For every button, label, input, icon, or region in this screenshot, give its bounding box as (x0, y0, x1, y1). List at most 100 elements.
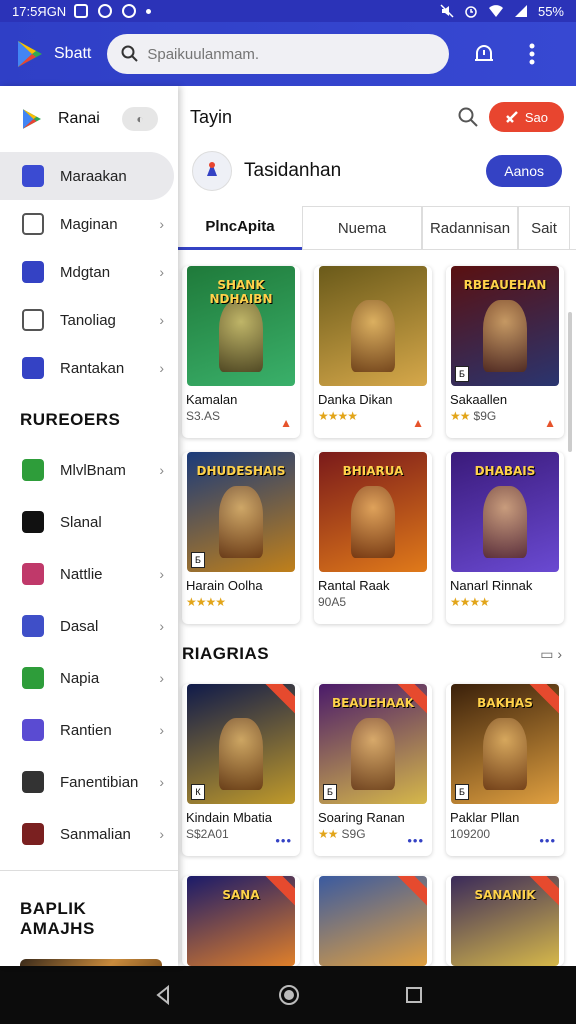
drawer-section-item[interactable]: Dasal › (0, 600, 178, 652)
app-artwork[interactable]: К (187, 684, 295, 804)
avatar[interactable] (192, 151, 232, 191)
chevron-right-icon: › (159, 312, 164, 328)
app-artwork[interactable]: SANA (187, 876, 295, 966)
app-icon (22, 615, 44, 637)
drawer-item[interactable]: Maraakan (0, 152, 174, 200)
account-action-button[interactable]: Aanos (486, 155, 562, 187)
drawer-item-label: Mdgtan (60, 263, 111, 281)
notifications-button[interactable] (471, 41, 497, 67)
drawer-item[interactable]: Rantakan › (0, 344, 178, 392)
overflow-menu-button[interactable] (519, 41, 545, 67)
app-icon (22, 563, 44, 585)
age-rating-badge: Б (323, 784, 337, 800)
app-artwork[interactable] (319, 876, 427, 966)
search-bar[interactable] (107, 34, 450, 74)
drawer-section-item[interactable]: Nattlie › (0, 548, 178, 600)
drawer-toggle[interactable]: ◐ (122, 107, 158, 131)
more-vert-icon (529, 43, 535, 65)
chevron-right-icon: › (159, 216, 164, 232)
drawer-section-item[interactable]: Sanmalian › (0, 808, 178, 860)
app-card[interactable]: Danka Dikan ★★★★ ▲ (314, 266, 432, 438)
chevron-right-icon: › (159, 264, 164, 280)
account-row: Tasidanhan Aanos (178, 148, 576, 194)
drawer-section-item-label: Slanal (60, 513, 102, 531)
app-card[interactable]: RBEAUEHAN Б Sakaallen ★★ $9G ▲ (446, 266, 564, 438)
app-card[interactable]: BEAUEHAAK Б Soaring Ranan ★★ S9G ••• (314, 684, 432, 856)
app-artwork[interactable]: DHUDESHAIS Б (187, 452, 295, 572)
drawer-item[interactable]: Mdgtan › (0, 248, 178, 296)
chevron-right-icon: › (159, 360, 164, 376)
drawer-item[interactable]: Tanoliag › (0, 296, 178, 344)
tab-sait[interactable]: Sait (518, 206, 570, 250)
tool-icon (505, 111, 518, 123)
age-rating-badge: К (191, 784, 205, 800)
more-dots-icon[interactable]: ••• (539, 833, 556, 848)
see-more-button[interactable]: ▭ › (540, 646, 562, 663)
character-art (483, 485, 527, 558)
app-bar: Sbatt (0, 22, 576, 86)
app-card-partial[interactable]: SANA (182, 876, 300, 966)
drawer-item-icon (22, 261, 44, 283)
character-art (219, 299, 263, 372)
app-artwork[interactable]: SHANK NDHAIBN (187, 266, 295, 386)
rating-stars: ★★★★ (450, 595, 490, 609)
drawer-section-item[interactable]: Fanentibian › (0, 756, 178, 808)
app-card[interactable]: BHIARUA Rantal Raak 90A5 (314, 452, 432, 624)
app-artwork[interactable]: SANANIK (451, 876, 559, 966)
tab-nuema[interactable]: Nuema (302, 206, 422, 250)
drawer-divider (0, 870, 178, 871)
drawer-item-label: Maginan (60, 215, 118, 233)
account-name: Tasidanhan (244, 160, 342, 181)
photo-icon (74, 4, 89, 18)
recents-icon[interactable] (404, 985, 424, 1005)
app-name: Sakaallen (450, 392, 508, 407)
app-price: S$2A01 (186, 827, 229, 841)
sign-in-button[interactable]: Sao (488, 102, 564, 132)
app-name: Kamalan (186, 392, 238, 407)
drawer-item[interactable]: Maginan › (0, 200, 178, 248)
app-artwork[interactable] (319, 266, 427, 386)
app-artwork[interactable]: BAKHAS Б (451, 684, 559, 804)
install-icon[interactable]: ▲ (544, 416, 556, 430)
search-icon[interactable] (457, 106, 479, 128)
artwork-title: DHABAIS (474, 464, 536, 478)
app-card[interactable]: DHUDESHAIS Б Harain Oolha ★★★★ (182, 452, 300, 624)
install-icon[interactable]: ▲ (412, 416, 424, 430)
back-icon[interactable] (152, 984, 174, 1006)
drawer-section-item[interactable]: Rantien › (0, 704, 178, 756)
apps-grid-secondary: К Kindain Mbatia S$2A01 ••• BEAUEHAAK Б Soarin… (178, 684, 576, 966)
rating-stars: ★★★★ (186, 595, 226, 609)
app-artwork[interactable]: DHABAIS (451, 452, 559, 572)
tab-radannisan[interactable]: Radannisan (422, 206, 518, 250)
tab-plncapita[interactable]: PlncApita (178, 206, 302, 250)
app-card[interactable]: DHABAIS Nanarl Rinnak ★★★★ (446, 452, 564, 624)
app-price: S9G (341, 827, 366, 841)
scrollbar[interactable] (568, 312, 572, 452)
app-card[interactable]: К Kindain Mbatia S$2A01 ••• (182, 684, 300, 856)
character-art (219, 485, 263, 558)
app-artwork[interactable]: RBEAUEHAN Б (451, 266, 559, 386)
drawer-section-item[interactable]: Slanal (0, 496, 178, 548)
play-logo-icon[interactable] (14, 38, 46, 70)
home-icon[interactable] (277, 983, 301, 1007)
more-dots-icon[interactable]: ••• (275, 833, 292, 848)
drawer-section-item[interactable]: Napia › (0, 652, 178, 704)
install-icon[interactable]: ▲ (280, 416, 292, 430)
app-card[interactable]: SHANK NDHAIBN Kamalan S3.AS ▲ (182, 266, 300, 438)
drawer-footer-title: BAPLIK AMAJHS (20, 899, 95, 938)
search-input[interactable] (147, 45, 428, 63)
status-time: 17:5ЯGN (12, 3, 67, 19)
more-dots-icon[interactable]: ••• (407, 833, 424, 848)
navigation-drawer: Ranai ◐ Maraakan Maginan › Mdgtan › Tanoliag ›… (0, 86, 178, 966)
app-card[interactable]: BAKHAS Б Paklar Pllan 109200 ••• (446, 684, 564, 856)
artwork-title: SANA (222, 888, 260, 902)
promo-thumbnail[interactable] (20, 959, 162, 966)
app-artwork[interactable]: BHIARUA (319, 452, 427, 572)
drawer-section-item[interactable]: MlvlBnam › (0, 444, 178, 496)
artwork-title: BAKHAS (477, 696, 533, 710)
drawer-section-list: MlvlBnam › Slanal Nattlie › Dasal › Napia › Ranti… (0, 444, 178, 860)
app-card-partial[interactable]: SANANIK (446, 876, 564, 966)
app-artwork[interactable]: BEAUEHAAK Б (319, 684, 427, 804)
app-card-partial[interactable] (314, 876, 432, 966)
app-name: Harain Oolha (186, 578, 263, 593)
